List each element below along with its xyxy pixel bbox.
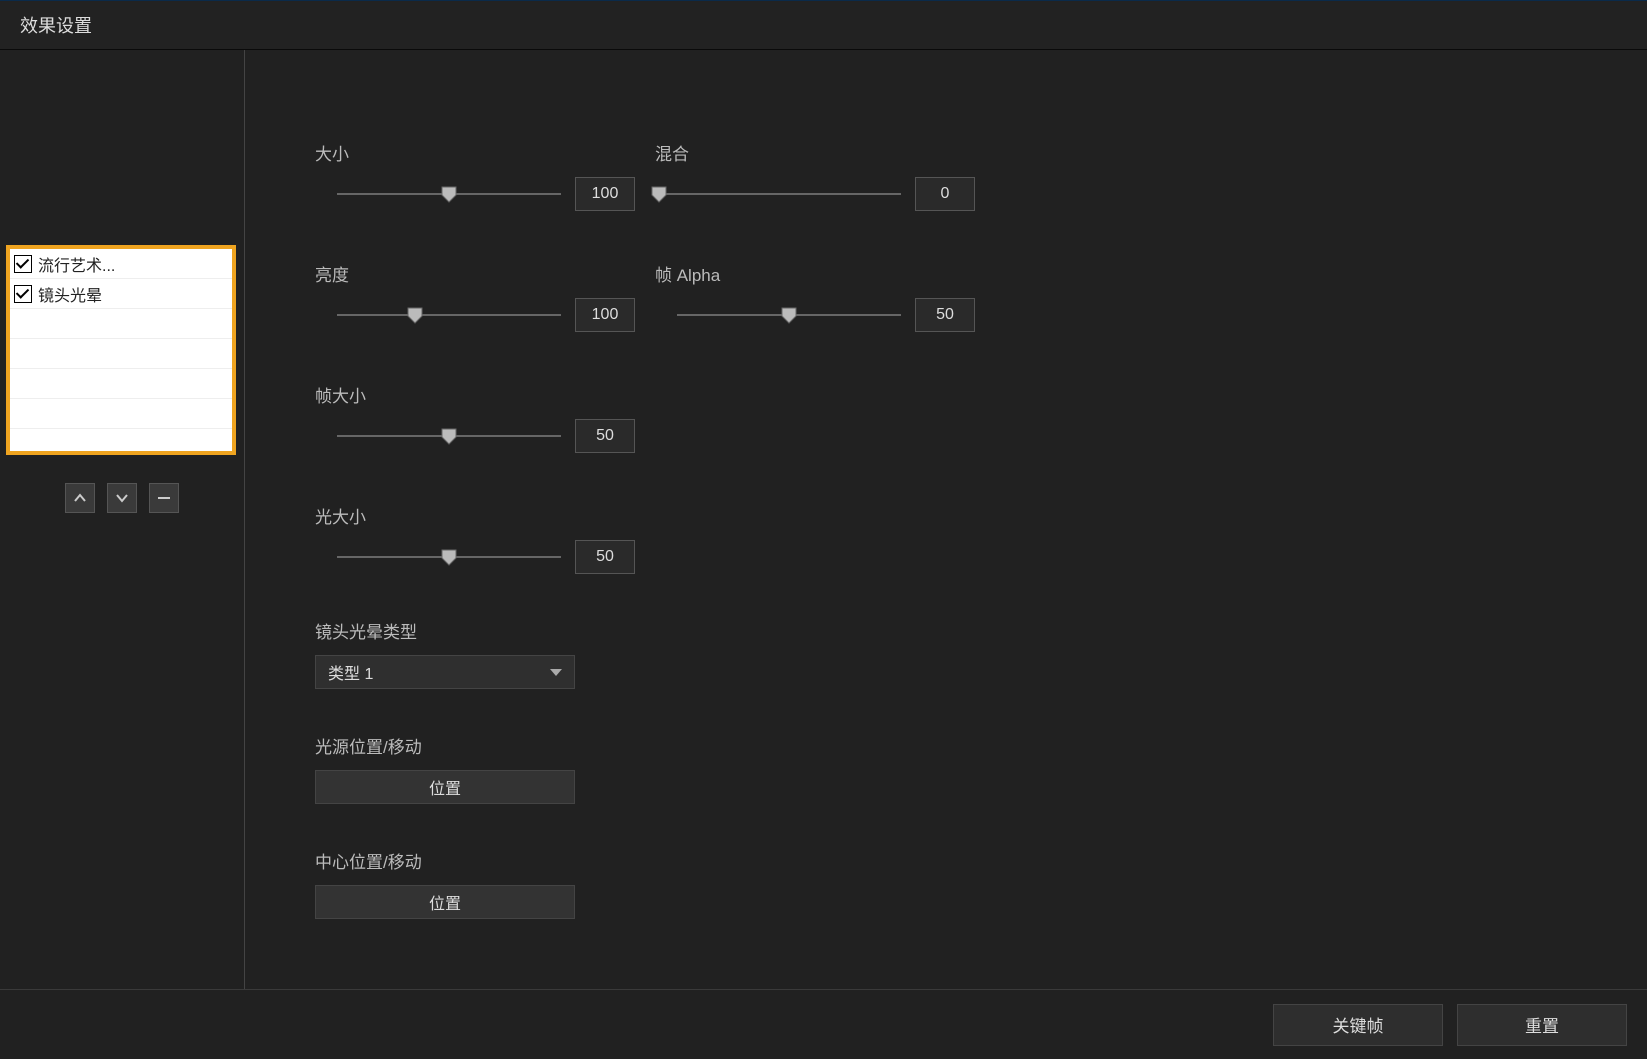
footer: 关键帧 重置 — [0, 989, 1647, 1059]
frame-size-control: 帧大小 50 — [315, 382, 635, 453]
frame-alpha-slider[interactable] — [677, 314, 901, 316]
slider-row: 50 — [655, 298, 975, 332]
chevron-up-icon — [73, 493, 87, 503]
reset-button[interactable]: 重置 — [1457, 1004, 1627, 1046]
frame-alpha-label: 帧 Alpha — [655, 261, 975, 286]
flare-type-dropdown[interactable]: 类型 1 — [315, 655, 575, 689]
slider-thumb[interactable] — [440, 548, 458, 566]
frame-size-value[interactable]: 50 — [575, 419, 635, 453]
button-label: 位置 — [429, 775, 461, 799]
slider-thumb[interactable] — [440, 427, 458, 445]
slider-thumb[interactable] — [650, 185, 668, 203]
dropdown-value: 类型 1 — [328, 660, 373, 684]
titlebar: 效果设置 — [0, 0, 1647, 50]
light-size-value[interactable]: 50 — [575, 540, 635, 574]
list-item[interactable]: 流行艺术... — [10, 249, 232, 279]
list-item — [10, 339, 232, 369]
controls-grid: 大小 100 混合 — [315, 140, 1607, 574]
slider-row: 50 — [315, 419, 635, 453]
preview-area — [0, 50, 244, 245]
light-size-label: 光大小 — [315, 503, 635, 528]
button-label: 位置 — [429, 890, 461, 914]
brightness-control: 亮度 100 — [315, 261, 635, 332]
list-buttons — [0, 483, 244, 513]
frame-size-slider[interactable] — [337, 435, 561, 437]
effect-label: 流行艺术... — [38, 252, 115, 276]
slider-thumb[interactable] — [780, 306, 798, 324]
list-item — [10, 369, 232, 399]
blend-label: 混合 — [655, 140, 975, 165]
size-slider[interactable] — [337, 193, 561, 195]
remove-button[interactable] — [149, 483, 179, 513]
button-label: 重置 — [1525, 1012, 1559, 1037]
slider-thumb[interactable] — [406, 306, 424, 324]
slider-row: 50 — [315, 540, 635, 574]
size-control: 大小 100 — [315, 140, 635, 211]
frame-alpha-value[interactable]: 50 — [915, 298, 975, 332]
blend-value[interactable]: 0 — [915, 177, 975, 211]
slider-row: 0 — [655, 177, 975, 211]
effect-checkbox[interactable] — [14, 255, 32, 273]
brightness-slider[interactable] — [337, 314, 561, 316]
slider-thumb[interactable] — [440, 185, 458, 203]
light-size-control: 光大小 50 — [315, 503, 635, 574]
minus-icon — [157, 496, 171, 500]
window-title: 效果设置 — [20, 12, 92, 38]
center-position-label: 中心位置/移动 — [315, 848, 1607, 873]
brightness-value[interactable]: 100 — [575, 298, 635, 332]
size-label: 大小 — [315, 140, 635, 165]
lower-controls: 镜头光晕类型 类型 1 光源位置/移动 位置 中心位置/移动 位置 — [315, 618, 1607, 919]
blend-control: 混合 0 — [655, 140, 975, 211]
effect-label: 镜头光晕 — [38, 282, 102, 306]
frame-alpha-control: 帧 Alpha 50 — [655, 261, 975, 332]
light-size-slider[interactable] — [337, 556, 561, 558]
slider-row: 100 — [315, 298, 635, 332]
blend-slider[interactable] — [659, 193, 901, 195]
move-down-button[interactable] — [107, 483, 137, 513]
chevron-down-icon — [115, 493, 129, 503]
light-position-label: 光源位置/移动 — [315, 733, 1607, 758]
size-value[interactable]: 100 — [575, 177, 635, 211]
light-position-button[interactable]: 位置 — [315, 770, 575, 804]
list-item — [10, 399, 232, 429]
left-panel: 流行艺术... 镜头光晕 — [0, 50, 245, 989]
effects-list[interactable]: 流行艺术... 镜头光晕 — [6, 245, 236, 455]
brightness-label: 亮度 — [315, 261, 635, 286]
right-panel: 大小 100 混合 — [245, 50, 1647, 989]
flare-type-label: 镜头光晕类型 — [315, 618, 1607, 643]
keyframe-button[interactable]: 关键帧 — [1273, 1004, 1443, 1046]
flare-type-control: 镜头光晕类型 类型 1 — [315, 618, 1607, 689]
move-up-button[interactable] — [65, 483, 95, 513]
chevron-down-icon — [550, 669, 562, 676]
effect-checkbox[interactable] — [14, 285, 32, 303]
list-item[interactable]: 镜头光晕 — [10, 279, 232, 309]
button-label: 关键帧 — [1333, 1012, 1384, 1037]
center-position-button[interactable]: 位置 — [315, 885, 575, 919]
light-position-control: 光源位置/移动 位置 — [315, 733, 1607, 804]
list-item — [10, 309, 232, 339]
frame-size-label: 帧大小 — [315, 382, 635, 407]
slider-row: 100 — [315, 177, 635, 211]
center-position-control: 中心位置/移动 位置 — [315, 848, 1607, 919]
main-area: 流行艺术... 镜头光晕 大 — [0, 50, 1647, 989]
